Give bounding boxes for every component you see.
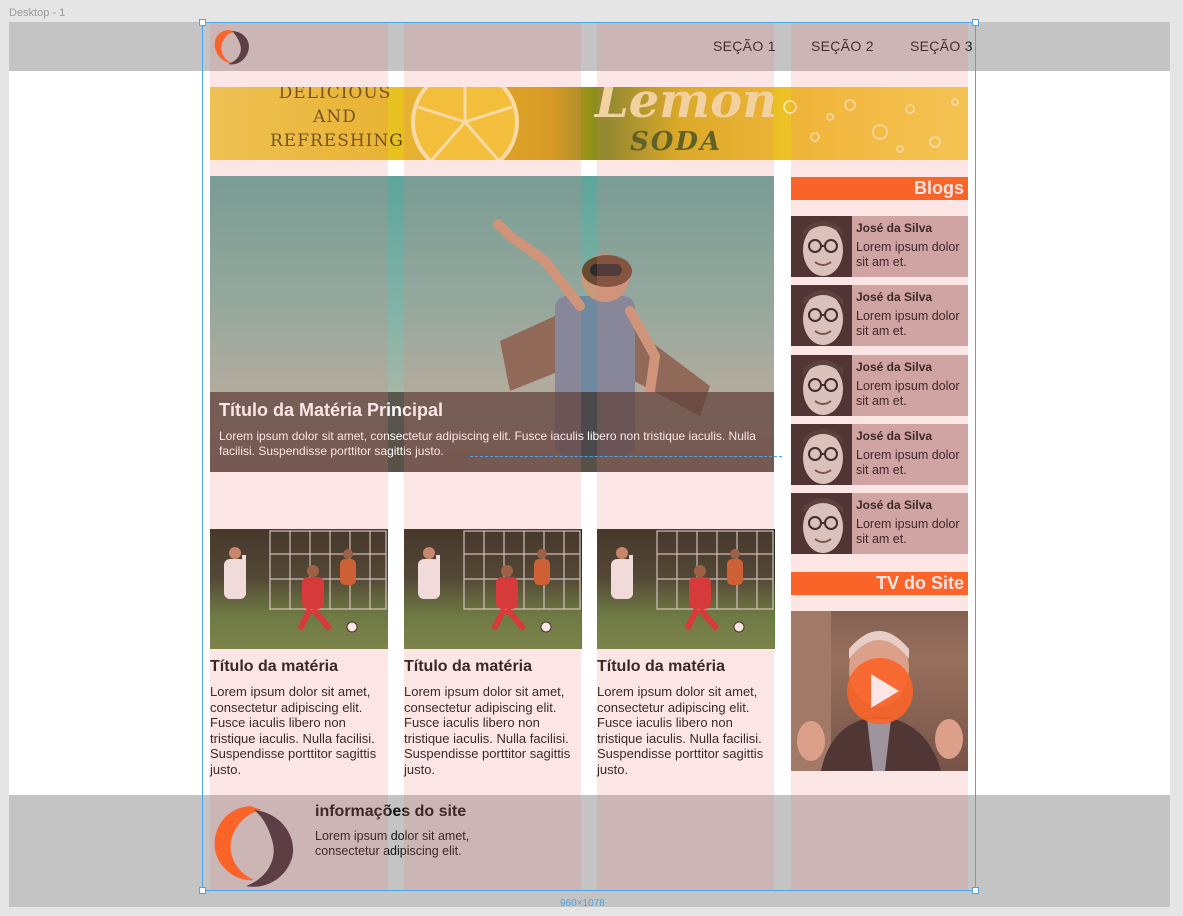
soccer-scene-icon	[611, 530, 774, 633]
blog-author[interactable]: José da Silva	[856, 290, 932, 304]
blog-excerpt: Lorem ipsum dolor sit am et.	[856, 517, 960, 546]
banner-tagline-line: AND	[313, 107, 357, 127]
resize-handle[interactable]	[199, 887, 206, 894]
article-image[interactable]	[404, 529, 582, 649]
avatar[interactable]	[791, 285, 852, 346]
blog-item[interactable]: José da Silva Lorem ipsum dolor sit am e…	[791, 216, 968, 277]
site-header	[9, 22, 1170, 71]
article-card[interactable]: Título da matéria Lorem ipsum dolor sit …	[210, 529, 388, 777]
article-title[interactable]: Título da matéria	[210, 658, 388, 676]
nav-section-1[interactable]: SEÇÃO 1	[713, 38, 776, 54]
blog-excerpt: Lorem ipsum dolor sit am et.	[856, 448, 960, 477]
resize-handle[interactable]	[972, 19, 979, 26]
blog-excerpt: Lorem ipsum dolor sit am et.	[856, 379, 960, 408]
author-portrait-icon	[803, 290, 843, 345]
blogs-heading[interactable]: Blogs	[791, 177, 968, 200]
article-image[interactable]	[597, 529, 775, 649]
article-text: Lorem ipsum dolor sit amet, consectetur …	[404, 684, 571, 777]
site-logo-icon[interactable]	[210, 26, 254, 68]
author-portrait-icon	[803, 360, 843, 415]
footer-text: Lorem ipsum dolor sit amet, consectetur …	[315, 829, 470, 858]
blog-excerpt: Lorem ipsum dolor sit am et.	[856, 240, 960, 269]
frame-label[interactable]: Desktop - 1	[9, 7, 65, 19]
hero-title[interactable]: Título da Matéria Principal	[219, 400, 765, 421]
soccer-scene-icon	[418, 530, 581, 633]
blog-author[interactable]: José da Silva	[856, 429, 932, 443]
site-footer	[9, 795, 1170, 907]
video-thumbnail[interactable]	[791, 611, 968, 771]
avatar[interactable]	[791, 493, 852, 554]
article-text: Lorem ipsum dolor sit amet, consectetur …	[210, 684, 377, 777]
article-text: Lorem ipsum dolor sit amet, consectetur …	[597, 684, 764, 777]
banner-brand-sub: SODA	[630, 127, 723, 157]
nav-section-2[interactable]: SEÇÃO 2	[811, 38, 874, 54]
avatar[interactable]	[791, 355, 852, 416]
footer-title: informações do site	[315, 803, 467, 820]
banner-tagline-line: REFRESHING	[270, 131, 404, 151]
article-title[interactable]: Título da matéria	[404, 658, 582, 676]
author-portrait-icon	[803, 498, 843, 553]
author-portrait-icon	[803, 221, 843, 276]
lemon-slice-icon	[411, 87, 519, 160]
resize-handle[interactable]	[972, 887, 979, 894]
tv-heading[interactable]: TV do Site	[791, 572, 968, 595]
blog-item[interactable]: José da Silva Lorem ipsum dolor sit am e…	[791, 424, 968, 485]
hero-caption[interactable]: Título da Matéria Principal Lorem ipsum …	[210, 392, 774, 472]
article-image[interactable]	[210, 529, 388, 649]
resize-handle[interactable]	[199, 19, 206, 26]
article-card[interactable]: Título da matéria Lorem ipsum dolor sit …	[404, 529, 582, 777]
play-button[interactable]	[847, 658, 913, 724]
avatar[interactable]	[791, 216, 852, 277]
banner-tagline-line: DELICIOUS	[278, 87, 392, 103]
selection-size-label: 960×1078	[560, 898, 605, 909]
article-card[interactable]: Título da matéria Lorem ipsum dolor sit …	[597, 529, 775, 777]
footer-logo-icon[interactable]	[210, 804, 298, 888]
blog-item[interactable]: José da Silva Lorem ipsum dolor sit am e…	[791, 493, 968, 554]
banner-tagline: DELICIOUS AND REFRESHING	[270, 87, 404, 153]
ad-banner[interactable]: DELICIOUS AND REFRESHING Lemon SODA	[210, 87, 968, 160]
blog-author[interactable]: José da Silva	[856, 360, 932, 374]
soccer-scene-icon	[224, 530, 387, 633]
avatar[interactable]	[791, 424, 852, 485]
blog-author[interactable]: José da Silva	[856, 221, 932, 235]
hero-text: Lorem ipsum dolor sit amet, consectetur …	[219, 429, 756, 458]
author-portrait-icon	[803, 429, 843, 484]
blog-author[interactable]: José da Silva	[856, 498, 932, 512]
blog-excerpt: Lorem ipsum dolor sit am et.	[856, 309, 960, 338]
water-droplets-icon	[783, 98, 959, 153]
article-title[interactable]: Título da matéria	[597, 658, 775, 676]
nav-section-3[interactable]: SEÇÃO 3	[910, 38, 973, 54]
banner-brand: Lemon	[595, 87, 777, 129]
blog-item[interactable]: José da Silva Lorem ipsum dolor sit am e…	[791, 355, 968, 416]
play-icon	[871, 674, 899, 708]
blog-item[interactable]: José da Silva Lorem ipsum dolor sit am e…	[791, 285, 968, 346]
